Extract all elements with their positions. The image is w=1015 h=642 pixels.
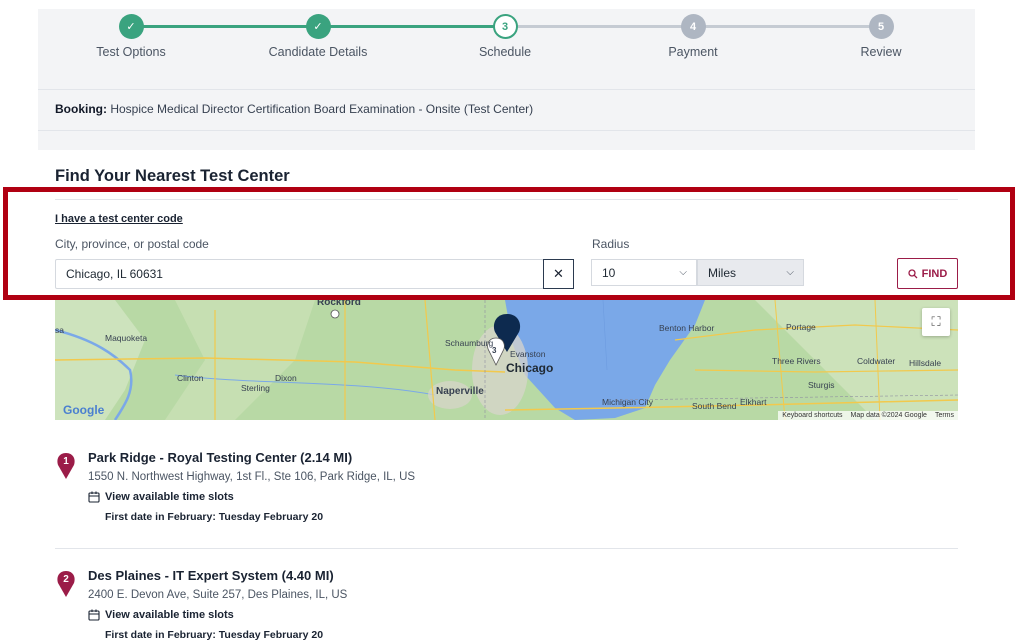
map-label-three-rivers: Three Rivers: [772, 356, 821, 366]
calendar-icon: [88, 609, 100, 621]
map-label-elkhart: Elkhart: [740, 397, 767, 407]
clear-button[interactable]: ✕: [543, 259, 574, 289]
search-icon: [908, 268, 918, 278]
check-icon: ✓: [305, 14, 331, 39]
step-number: 3: [492, 14, 518, 39]
map-canvas: [55, 300, 958, 420]
map-label-coldwater: Coldwater: [857, 356, 896, 366]
find-button[interactable]: FIND: [897, 258, 958, 289]
step-payment: 4 Payment: [623, 14, 763, 59]
chevron-down-icon: ⌵: [679, 267, 687, 278]
page-title: Find Your Nearest Test Center: [55, 167, 290, 185]
unit-value: Miles: [708, 265, 737, 280]
map-label-naperville: Naperville: [436, 386, 484, 397]
test-center-finder: Find Your Nearest Test Center I have a t…: [38, 150, 975, 642]
map-label-south-bend: South Bend: [692, 401, 737, 411]
step-number: 5: [868, 14, 894, 39]
close-icon: ✕: [553, 266, 564, 281]
map-label-maquoketa: Maquoketa: [105, 333, 148, 343]
step-schedule: 3 Schedule: [435, 14, 575, 59]
chevron-down-icon: ⌵: [786, 267, 794, 278]
step-label: Test Options: [96, 45, 166, 59]
first-date: First date in February: Tuesday February…: [105, 629, 324, 641]
radius-value: 10: [602, 265, 616, 280]
map-label-hillsdale: Hillsdale: [909, 358, 942, 368]
map-label-chicago: Chicago: [506, 361, 554, 375]
keyboard-shortcuts-link[interactable]: Keyboard shortcuts: [782, 412, 842, 419]
test-center-code-link[interactable]: I have a test center code: [55, 213, 183, 225]
map-label-portage: Portage: [786, 322, 816, 332]
slots-label: View available time slots: [105, 609, 234, 621]
check-icon: ✓: [118, 14, 144, 39]
map-label-sa: sa: [55, 325, 64, 335]
step-label: Schedule: [478, 45, 532, 59]
step-test-options[interactable]: ✓ Test Options: [61, 14, 201, 59]
terms-link[interactable]: Terms: [935, 412, 954, 419]
map-label-sturgis: Sturgis: [808, 380, 835, 390]
map-label-benton-harbor: Benton Harbor: [659, 323, 715, 333]
fullscreen-button[interactable]: ⛶: [922, 308, 950, 336]
result-address: 1550 N. Northwest Highway, 1st Fl., Ste …: [88, 471, 416, 483]
result-title[interactable]: Park Ridge - Royal Testing Center (2.14 …: [88, 450, 352, 465]
step-number: 4: [680, 14, 706, 39]
map-label-evanston: Evanston: [510, 349, 546, 359]
slots-label: View available time slots: [105, 491, 234, 503]
step-candidate-details[interactable]: ✓ Candidate Details: [248, 14, 388, 59]
map-label-rockford: Rockford: [317, 300, 361, 308]
calendar-icon: [88, 491, 100, 503]
city-input[interactable]: [55, 259, 544, 289]
booking-summary: Booking: Hospice Medical Director Certif…: [38, 89, 975, 131]
view-time-slots-link[interactable]: View available time slots: [88, 491, 234, 503]
progress-stepper: ✓ Test Options ✓ Candidate Details 3 Sch…: [38, 9, 975, 89]
result-number: 2: [63, 574, 69, 585]
map-label-schaumburg: Schaumburg: [445, 338, 494, 348]
booking-value: Hospice Medical Director Certification B…: [110, 102, 534, 116]
fullscreen-icon: ⛶: [931, 314, 941, 329]
map[interactable]: Rockford sa Maquoketa Clinton Sterling D…: [55, 300, 958, 420]
result-title[interactable]: Des Plaines - IT Expert System (4.40 MI): [88, 568, 334, 583]
google-logo: Google: [63, 403, 105, 417]
map-label-clinton: Clinton: [177, 373, 204, 383]
radius-select[interactable]: 10 ⌵: [591, 259, 697, 286]
cluster-count: 3: [492, 346, 497, 355]
divider: [55, 548, 958, 549]
map-label-michigan-city: Michigan City: [602, 397, 654, 407]
first-date: First date in February: Tuesday February…: [105, 511, 324, 523]
booking-label: Booking:: [55, 102, 107, 116]
map-data-credit: Map data ©2024 Google: [850, 412, 927, 419]
map-label-dixon: Dixon: [275, 373, 297, 383]
divider: [55, 199, 958, 200]
map-label-sterling: Sterling: [241, 383, 270, 393]
step-review: 5 Review: [811, 14, 951, 59]
step-label: Candidate Details: [268, 45, 368, 59]
city-label: City, province, or postal code: [55, 237, 209, 251]
unit-select[interactable]: Miles ⌵: [697, 259, 804, 286]
result-address: 2400 E. Devon Ave, Suite 257, Des Plaine…: [88, 589, 348, 601]
map-footer: Keyboard shortcuts Map data ©2024 Google…: [778, 411, 958, 420]
step-label: Review: [860, 45, 902, 59]
view-time-slots-link[interactable]: View available time slots: [88, 609, 234, 621]
radius-label: Radius: [592, 237, 630, 251]
find-label: FIND: [921, 267, 948, 280]
result-number: 1: [63, 456, 69, 467]
step-label: Payment: [668, 45, 718, 59]
